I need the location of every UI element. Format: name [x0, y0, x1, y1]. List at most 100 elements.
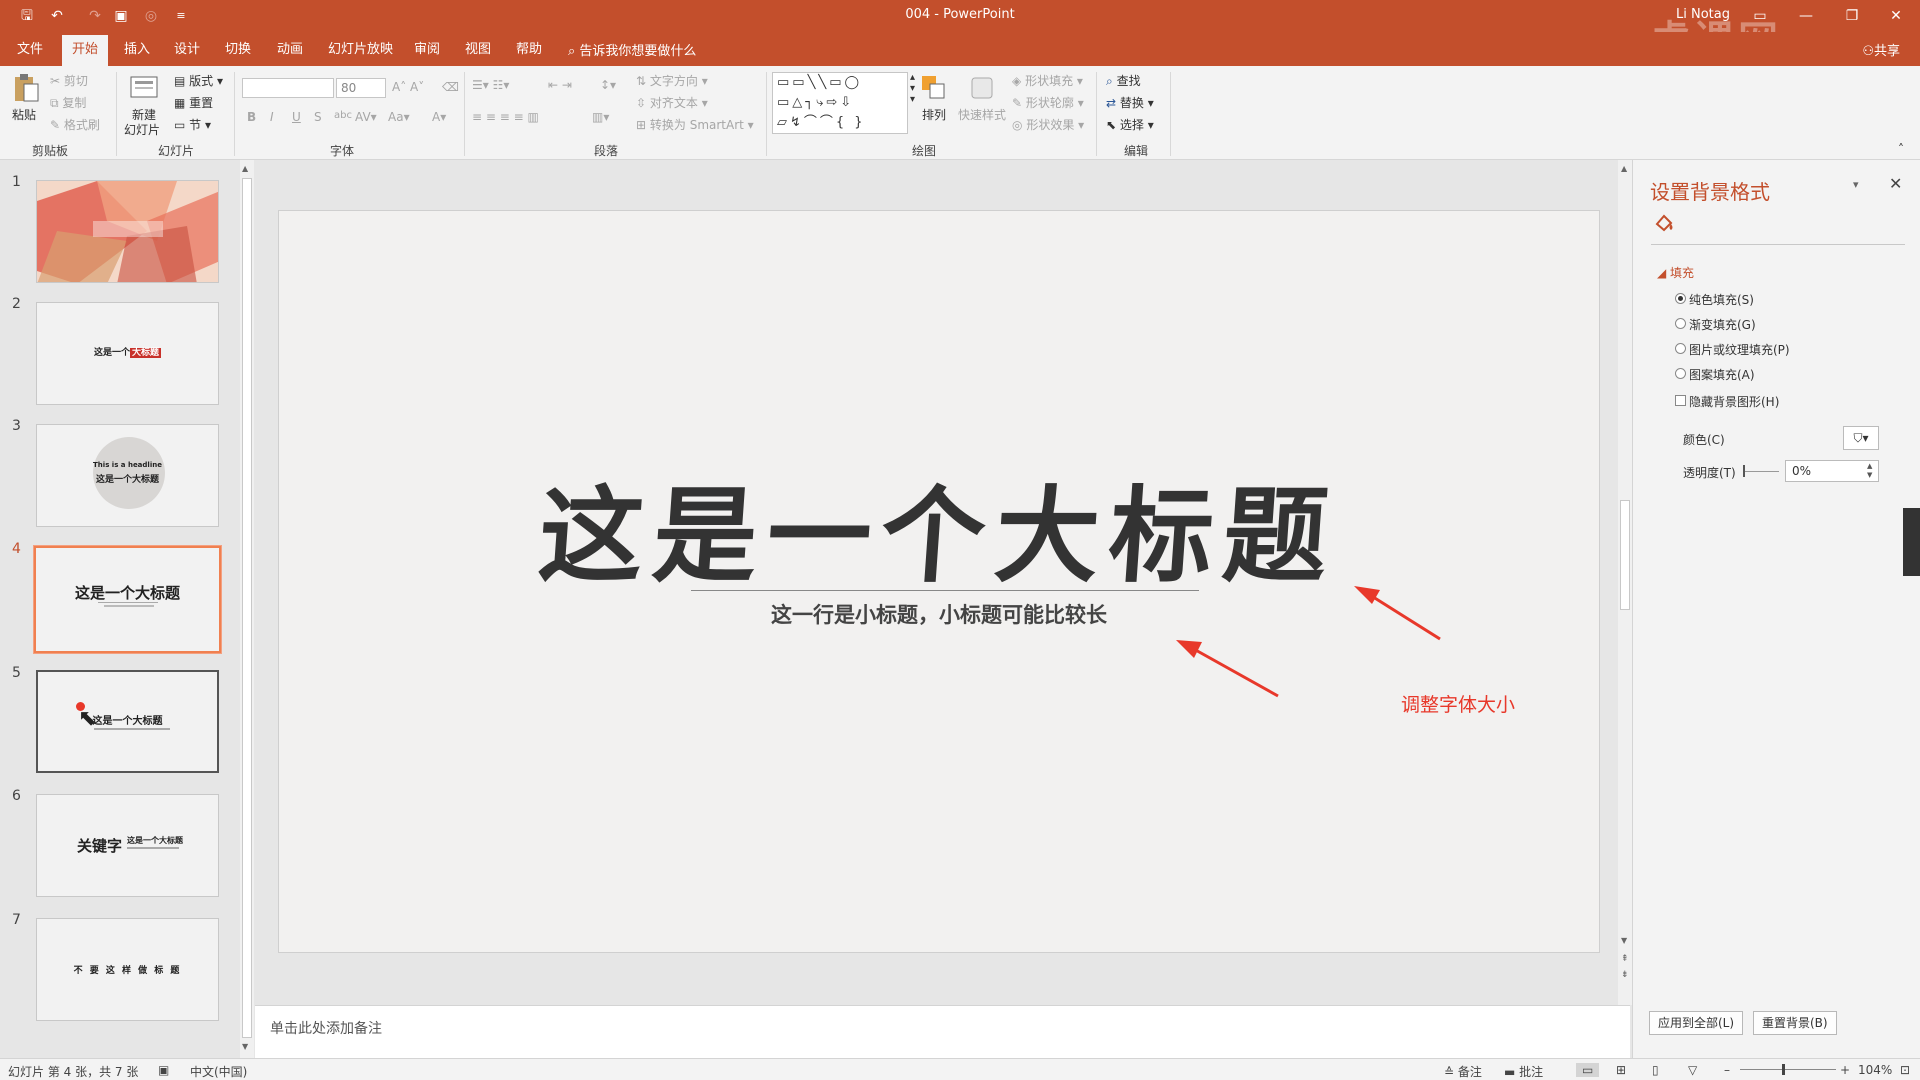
reset-background-button[interactable]: 重置背景(B): [1753, 1011, 1837, 1035]
zoom-slider[interactable]: [1740, 1069, 1836, 1070]
align-text-button[interactable]: ⇳ 对齐文本 ▾: [636, 94, 708, 111]
tab-file[interactable]: 文件: [17, 40, 43, 60]
tab-animations[interactable]: 动画: [277, 40, 303, 60]
new-slide-icon[interactable]: [128, 72, 160, 104]
share-button[interactable]: ⚇共享: [1862, 40, 1900, 59]
gradient-fill-option[interactable]: 渐变填充(G): [1675, 316, 1756, 333]
shapes-gallery-scroll[interactable]: ▴ ▾ ▾: [910, 72, 915, 105]
format-painter-button[interactable]: ✎ 格式刷: [50, 116, 100, 133]
paste-button[interactable]: 粘贴: [12, 106, 36, 123]
char-spacing-icon[interactable]: AV▾: [355, 110, 377, 124]
prev-slide-icon[interactable]: ⇞: [1621, 954, 1629, 964]
font-size-combo[interactable]: 80: [336, 78, 386, 98]
pane-options-icon[interactable]: ▾: [1853, 178, 1859, 191]
collapse-ribbon-icon[interactable]: ˄: [1898, 142, 1904, 156]
radio-unselected[interactable]: [1675, 343, 1686, 354]
shape-fill-button[interactable]: ◈ 形状填充 ▾: [1012, 72, 1083, 89]
color-picker-button[interactable]: ⛉▾: [1843, 426, 1879, 450]
line-spacing-icon[interactable]: ↕▾: [600, 78, 616, 92]
slide-thumbnail-1[interactable]: [36, 180, 219, 283]
italic-icon[interactable]: I: [270, 110, 274, 124]
checkbox[interactable]: [1675, 395, 1686, 406]
grow-font-icon[interactable]: A˄ A˅: [392, 80, 424, 94]
slide-thumbnail-2[interactable]: 这是一个 大标题: [36, 302, 219, 405]
tell-me-search[interactable]: ⌕ 告诉我你想要做什么: [568, 40, 696, 59]
tab-transitions[interactable]: 切换: [225, 40, 251, 60]
underline-icon[interactable]: U: [292, 110, 301, 124]
bold-icon[interactable]: B: [247, 110, 256, 124]
shape-outline-button[interactable]: ✎ 形状轮廓 ▾: [1012, 94, 1084, 111]
zoom-in-icon[interactable]: +: [1840, 1063, 1850, 1077]
thumbnail-scrollbar[interactable]: ▲ ▼: [240, 160, 254, 1058]
solid-fill-option[interactable]: 纯色填充(S): [1675, 291, 1754, 308]
transparency-slider[interactable]: [1743, 471, 1779, 472]
slide-thumbnail-6[interactable]: 关键字 这是一个大标题: [36, 794, 219, 897]
replace-button[interactable]: ⇄ 替换 ▾: [1106, 94, 1154, 111]
shadow-icon[interactable]: S: [314, 110, 322, 124]
zoom-slider-handle[interactable]: [1782, 1064, 1785, 1075]
tab-design[interactable]: 设计: [174, 40, 200, 60]
pattern-fill-option[interactable]: 图案填充(A): [1675, 366, 1755, 383]
notes-toggle[interactable]: ≙ 备注: [1444, 1063, 1482, 1080]
slide-thumbnail-5[interactable]: 这是一个大标题 ⬉: [36, 670, 219, 773]
tab-help[interactable]: 帮助: [516, 40, 542, 60]
tab-review[interactable]: 审阅: [414, 40, 440, 60]
scroll-down-icon[interactable]: ▼: [1621, 936, 1627, 945]
font-color-icon[interactable]: A▾: [432, 110, 446, 124]
comments-toggle[interactable]: ▬ 批注: [1504, 1063, 1543, 1080]
new-slide-label2[interactable]: 幻灯片: [124, 121, 160, 138]
tab-view[interactable]: 视图: [465, 40, 491, 60]
change-case-icon[interactable]: Aa▾: [388, 110, 410, 124]
radio-unselected[interactable]: [1675, 368, 1686, 379]
pane-close-icon[interactable]: ✕: [1889, 174, 1902, 193]
arrange-icon[interactable]: [918, 72, 950, 104]
arrange-button[interactable]: 排列: [922, 106, 946, 123]
normal-view-icon[interactable]: ▭: [1576, 1063, 1600, 1077]
zoom-out-icon[interactable]: –: [1724, 1063, 1730, 1077]
select-button[interactable]: ⬉ 选择 ▾: [1106, 116, 1154, 133]
section-button[interactable]: ▭ 节 ▾: [174, 116, 211, 133]
close-icon[interactable]: ✕: [1876, 4, 1916, 28]
transparency-input[interactable]: 0%: [1785, 460, 1879, 482]
restore-icon[interactable]: ❐: [1832, 4, 1872, 28]
paste-icon[interactable]: [10, 72, 42, 104]
fit-slide-icon[interactable]: ⊡: [1900, 1063, 1910, 1077]
indent-icon[interactable]: ⇤ ⇥: [548, 78, 572, 92]
fill-section-header[interactable]: ◢ 填充: [1657, 264, 1694, 281]
transparency-slider-handle[interactable]: [1743, 465, 1745, 477]
zoom-level[interactable]: 104%: [1858, 1063, 1892, 1077]
layout-button[interactable]: ▤ 版式 ▾: [174, 72, 223, 89]
language-status[interactable]: 中文(中国): [190, 1063, 247, 1080]
next-slide-icon[interactable]: ⇟: [1621, 970, 1629, 980]
slide-thumbnail-4[interactable]: 这是一个大标题: [33, 545, 222, 654]
scroll-up-icon[interactable]: ▲: [1621, 164, 1627, 173]
hide-background-graphics-checkbox[interactable]: 隐藏背景图形(H): [1675, 393, 1779, 410]
scroll-thumb[interactable]: [242, 178, 252, 1038]
scroll-thumb[interactable]: [1620, 500, 1630, 610]
tab-slideshow[interactable]: 幻灯片放映: [328, 40, 393, 60]
tab-insert[interactable]: 插入: [124, 40, 150, 60]
scroll-up-icon[interactable]: ▲: [242, 164, 248, 173]
smartart-button[interactable]: ⊞ 转换为 SmartArt ▾: [636, 116, 754, 133]
clear-format-icon[interactable]: ⌫: [442, 80, 459, 94]
slide-count-status[interactable]: 幻灯片 第 4 张，共 7 张: [8, 1063, 138, 1080]
slide-sorter-icon[interactable]: ⊞: [1616, 1063, 1626, 1077]
fill-bucket-icon[interactable]: [1653, 212, 1677, 234]
picture-fill-option[interactable]: 图片或纹理填充(P): [1675, 341, 1790, 358]
side-tab[interactable]: [1903, 508, 1920, 576]
slide-thumbnail-7[interactable]: 不 要 这 样 做 标 题: [36, 918, 219, 1021]
minimize-icon[interactable]: —: [1786, 4, 1826, 28]
text-direction-button[interactable]: ⇅ 文字方向 ▾: [636, 72, 708, 89]
notes-placeholder[interactable]: 单击此处添加备注: [270, 1018, 382, 1038]
spelling-icon[interactable]: ▣: [158, 1063, 169, 1077]
shape-effects-button[interactable]: ◎ 形状效果 ▾: [1012, 116, 1084, 133]
find-button[interactable]: ⌕ 查找: [1106, 72, 1141, 89]
font-name-combo[interactable]: [242, 78, 334, 98]
apply-to-all-button[interactable]: 应用到全部(L): [1649, 1011, 1744, 1035]
columns-icon[interactable]: ▥▾: [592, 110, 609, 124]
scroll-down-icon[interactable]: ▼: [242, 1042, 248, 1051]
reset-button[interactable]: ▦ 重置: [174, 94, 213, 111]
notes-pane[interactable]: 单击此处添加备注: [255, 1005, 1630, 1058]
slideshow-view-icon[interactable]: ▽: [1688, 1063, 1697, 1077]
slide-scrollbar[interactable]: ▲ ▼ ⇞ ⇟: [1618, 160, 1632, 1005]
